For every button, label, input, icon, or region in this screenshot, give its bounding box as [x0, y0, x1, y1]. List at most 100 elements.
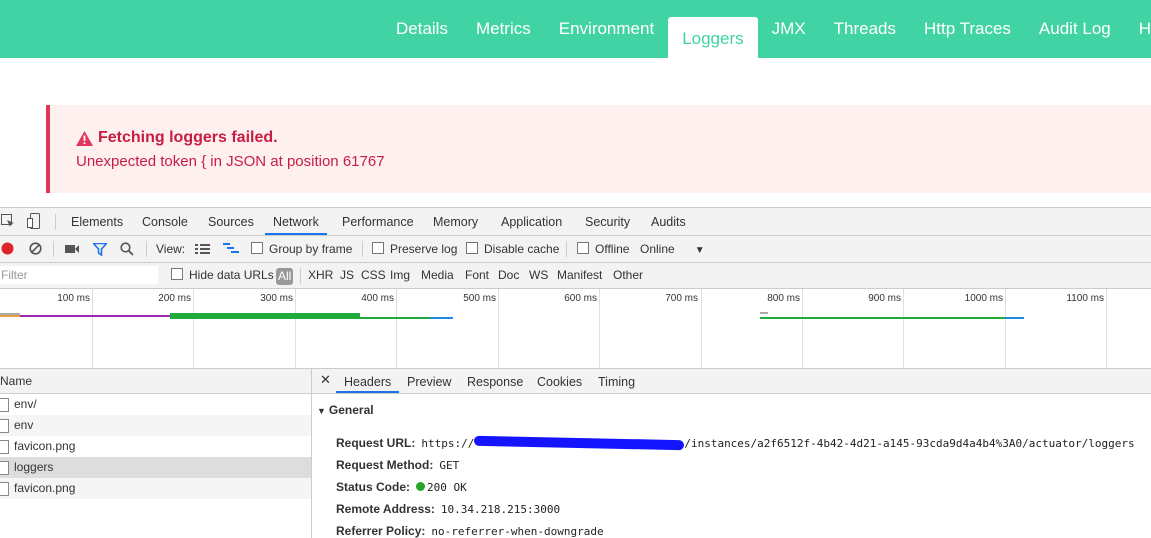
filter-css[interactable]: CSS — [361, 263, 386, 288]
tab-memory[interactable]: Memory — [433, 208, 478, 235]
filter-doc[interactable]: Doc — [498, 263, 519, 288]
error-title: Fetching loggers failed. — [98, 129, 278, 146]
filter-img[interactable]: Img — [390, 263, 410, 288]
filter-manifest[interactable]: Manifest — [557, 263, 602, 288]
name-column-header[interactable]: Name — [0, 369, 311, 394]
tick-label: 1000 ms — [964, 293, 1003, 304]
triangle-down-icon: ▼ — [317, 406, 326, 416]
filter-js[interactable]: JS — [340, 263, 354, 288]
file-icon — [0, 461, 9, 475]
redaction-mark — [474, 435, 685, 451]
tab-console[interactable]: Console — [142, 208, 188, 235]
error-message: Unexpected token { in JSON at position 6… — [76, 153, 385, 170]
tab-http-traces[interactable]: Http Traces — [910, 0, 1025, 58]
file-icon — [0, 419, 9, 433]
waterfall-icon[interactable] — [223, 243, 239, 255]
status-code-row: Status Code: 200 OK — [336, 480, 467, 494]
request-detail: ✕ Headers Preview Response Cookies Timin… — [312, 369, 1151, 538]
request-url-path: /instances/a2f6512f-4b42-4d21-a145-93cda… — [684, 437, 1135, 450]
tab-preview[interactable]: Preview — [407, 369, 451, 393]
tab-elements[interactable]: Elements — [71, 208, 123, 235]
request-list: Name env/ env favicon.png loggers favico… — [0, 369, 312, 538]
request-row-favicon[interactable]: favicon.png — [0, 478, 311, 499]
tab-loggers[interactable]: Loggers — [668, 17, 758, 58]
request-url-prefix: https:// — [421, 437, 475, 450]
inspect-element-icon[interactable] — [1, 214, 15, 228]
status-ok-icon — [416, 482, 426, 491]
request-row-env-slash[interactable]: env/ — [0, 394, 311, 415]
file-icon — [0, 482, 9, 496]
tab-application[interactable]: Application — [501, 208, 562, 235]
tick-label: 500 ms — [463, 293, 496, 304]
request-row-loggers[interactable]: loggers — [0, 457, 311, 478]
tab-heap-dump[interactable]: Heap D — [1125, 0, 1151, 58]
large-rows-icon[interactable] — [195, 244, 210, 254]
request-row-favicon[interactable]: favicon.png — [0, 436, 311, 457]
tick-label: 300 ms — [260, 293, 293, 304]
tick-label: 600 ms — [564, 293, 597, 304]
request-bar — [430, 317, 453, 319]
detail-tabbar: ✕ Headers Preview Response Cookies Timin… — [312, 369, 1151, 394]
offline-checkbox[interactable]: Offline — [577, 236, 629, 262]
filter-icon[interactable] — [93, 243, 107, 256]
tab-cookies[interactable]: Cookies — [537, 369, 582, 393]
tick-label: 1100 ms — [1066, 293, 1104, 304]
filter-other[interactable]: Other — [613, 263, 643, 288]
tab-details[interactable]: Details — [382, 0, 462, 58]
timeline-overview[interactable]: 100 ms 200 ms 300 ms 400 ms 500 ms 600 m… — [0, 289, 1151, 369]
device-toolbar-icon[interactable] — [27, 213, 41, 229]
tab-response[interactable]: Response — [467, 369, 523, 393]
remote-address-row: Remote Address: 10.34.218.215:3000 — [336, 502, 561, 516]
warning-triangle-icon — [76, 130, 93, 146]
referrer-policy-row: Referrer Policy: no-referrer-when-downgra… — [336, 524, 604, 538]
tab-threads[interactable]: Threads — [820, 0, 910, 58]
tick-label: 700 ms — [665, 293, 698, 304]
tick-label: 400 ms — [361, 293, 394, 304]
tick-label: 800 ms — [767, 293, 800, 304]
tab-timing[interactable]: Timing — [598, 369, 635, 393]
disable-cache-checkbox[interactable]: Disable cache — [466, 236, 559, 262]
search-icon[interactable] — [120, 242, 134, 256]
camera-icon[interactable] — [65, 244, 79, 254]
group-by-frame-checkbox[interactable]: Group by frame — [251, 236, 352, 262]
tick-label: 200 ms — [158, 293, 191, 304]
clear-icon[interactable] — [29, 242, 42, 255]
request-bar — [0, 315, 20, 317]
tab-environment[interactable]: Environment — [545, 0, 668, 58]
filter-all[interactable]: All — [276, 268, 294, 285]
request-bar — [20, 315, 170, 317]
tab-audits[interactable]: Audits — [651, 208, 686, 235]
file-icon — [0, 398, 9, 412]
tab-sources[interactable]: Sources — [208, 208, 254, 235]
tab-performance[interactable]: Performance — [342, 208, 414, 235]
record-icon[interactable] — [1, 242, 14, 255]
tab-network[interactable]: Network — [265, 208, 327, 235]
tab-jmx[interactable]: JMX — [758, 0, 820, 58]
tab-security[interactable]: Security — [585, 208, 630, 235]
general-section-toggle[interactable]: ▼ General — [317, 403, 374, 417]
request-row-env[interactable]: env — [0, 415, 311, 436]
filter-font[interactable]: Font — [465, 263, 489, 288]
close-icon[interactable]: ✕ — [320, 372, 331, 388]
request-url-row: Request URL: https:///instances/a2f6512f-… — [336, 435, 1135, 451]
filter-media[interactable]: Media — [421, 263, 454, 288]
view-label: View: — [156, 242, 186, 256]
tab-metrics[interactable]: Metrics — [462, 0, 545, 58]
devtools-tabbar: Elements Console Sources Network Perform… — [0, 208, 1151, 236]
request-bar — [170, 317, 430, 319]
filter-ws[interactable]: WS — [529, 263, 548, 288]
throttling-select[interactable]: Online ▼ — [640, 236, 705, 262]
network-toolbar: View: Group by frame Preserve log Disabl… — [0, 236, 1151, 263]
filter-xhr[interactable]: XHR — [308, 263, 333, 288]
hide-data-urls-checkbox[interactable]: Hide data URLs — [171, 263, 274, 288]
tab-headers[interactable]: Headers — [336, 369, 400, 393]
devtools-panel: Elements Console Sources Network Perform… — [0, 207, 1151, 538]
request-bar — [760, 317, 1005, 319]
request-bar — [1005, 317, 1024, 319]
tab-audit-log[interactable]: Audit Log — [1025, 0, 1125, 58]
filter-input[interactable]: Filter — [0, 266, 158, 284]
dropdown-arrow-icon: ▼ — [694, 245, 705, 256]
preserve-log-checkbox[interactable]: Preserve log — [372, 236, 457, 262]
tick-label: 100 ms — [57, 293, 90, 304]
request-bar — [760, 312, 768, 314]
